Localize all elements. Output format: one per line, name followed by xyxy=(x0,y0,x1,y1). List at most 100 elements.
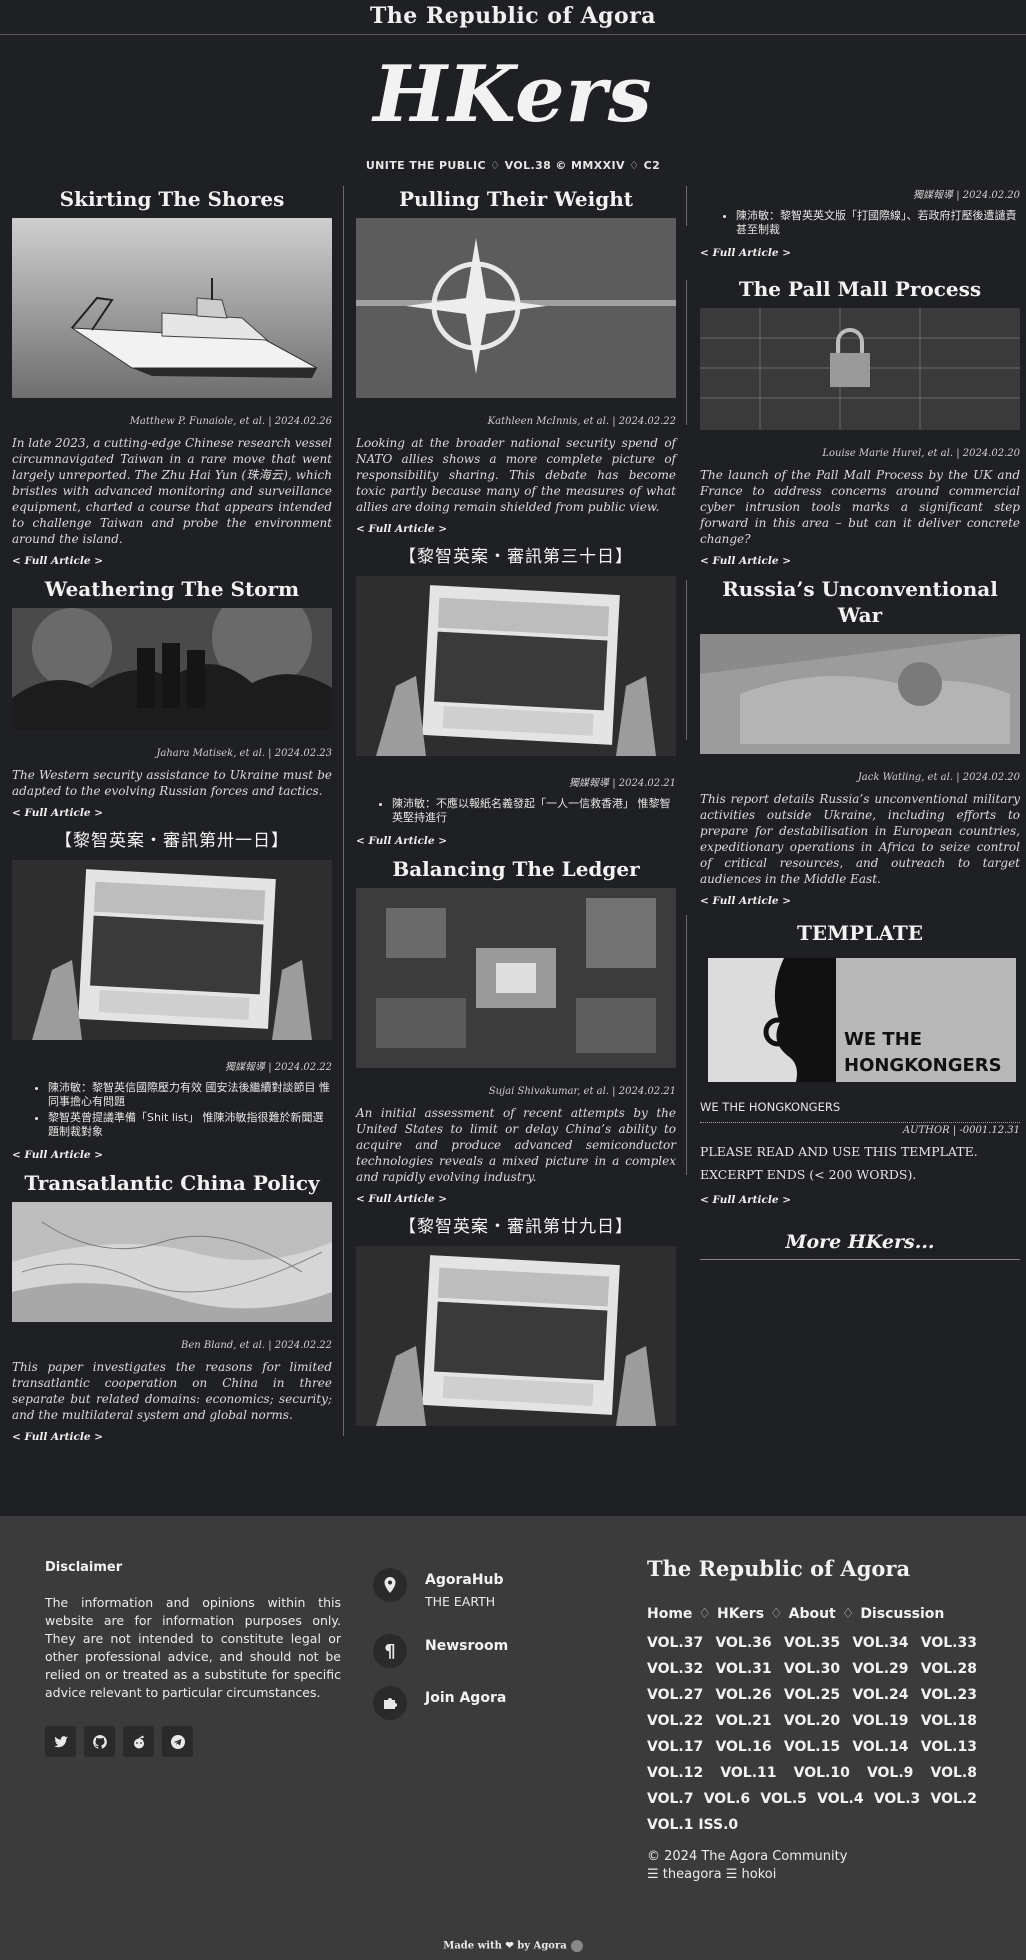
volume-link[interactable]: VOL.28 xyxy=(921,1656,977,1682)
nav-home[interactable]: Home xyxy=(647,1606,692,1622)
article-title[interactable]: Russia’s Unconventional War xyxy=(700,576,1020,628)
volume-link[interactable]: VOL.3 xyxy=(874,1786,920,1812)
soldiers-silhouette-image[interactable] xyxy=(12,608,332,730)
volume-link[interactable]: VOL.5 xyxy=(760,1786,806,1812)
apple-daily-newspaper-image[interactable] xyxy=(356,576,676,756)
full-article-link[interactable]: < Full Article > xyxy=(12,1149,103,1161)
more-hkers-link[interactable]: More HKers... xyxy=(700,1231,1020,1253)
volume-link[interactable]: VOL.1 ISS.0 xyxy=(647,1812,738,1838)
volume-link[interactable]: VOL.26 xyxy=(715,1682,771,1708)
full-article-link[interactable]: < Full Article > xyxy=(356,523,447,535)
article-byline: Sujai Shivakumar, et al. | 2024.02.21 xyxy=(488,1086,676,1097)
full-article-link[interactable]: < Full Article > xyxy=(700,247,791,259)
we-the-hongkongers-logo-image[interactable]: WE THE HONGKONGERS xyxy=(700,952,1020,1088)
join-agora-label: Join Agora xyxy=(425,1690,507,1706)
semiconductor-chip-image[interactable] xyxy=(356,888,676,1068)
full-article-link[interactable]: < Full Article > xyxy=(12,1431,103,1443)
cyber-lock-image[interactable] xyxy=(700,308,1020,430)
volume-link[interactable]: VOL.29 xyxy=(852,1656,908,1682)
article-trial-day-31: 【黎智英案・審訊第卅一日】 獨媒報導 | 2024.02.22 陳沛敏：黎智英信… xyxy=(12,828,332,1162)
article-title[interactable]: 【黎智英案・審訊第廿九日】 xyxy=(356,1214,676,1240)
volume-link[interactable]: VOL.21 xyxy=(715,1708,771,1734)
volume-link[interactable]: VOL.11 xyxy=(720,1760,776,1786)
volume-link[interactable]: VOL.6 xyxy=(704,1786,750,1812)
volume-link[interactable]: VOL.16 xyxy=(715,1734,771,1760)
article-title[interactable]: 【黎智英案・審訊第三十日】 xyxy=(356,544,676,570)
site-title[interactable]: The Republic of Agora xyxy=(370,3,656,29)
nato-flag-image[interactable] xyxy=(356,218,676,398)
research-vessel-image[interactable] xyxy=(12,218,332,398)
article-title[interactable]: Balancing The Ledger xyxy=(356,856,676,882)
volume-link[interactable]: VOL.7 xyxy=(647,1786,693,1812)
volume-link[interactable]: VOL.12 xyxy=(647,1760,703,1786)
nav-discussion[interactable]: Discussion xyxy=(860,1606,944,1622)
volume-link[interactable]: VOL.37 xyxy=(647,1630,703,1656)
full-article-link[interactable]: < Full Article > xyxy=(700,555,791,567)
russia-map-image[interactable] xyxy=(700,634,1020,754)
volume-link[interactable]: VOL.9 xyxy=(867,1760,913,1786)
apple-daily-newspaper-image[interactable] xyxy=(12,860,332,1040)
puzzle-piece-icon xyxy=(373,1686,407,1720)
china-map-image[interactable] xyxy=(12,1202,332,1322)
volume-link[interactable]: VOL.31 xyxy=(715,1656,771,1682)
volume-link[interactable]: VOL.2 xyxy=(931,1786,977,1812)
footer-brand[interactable]: The Republic of Agora xyxy=(647,1556,910,1581)
full-article-link[interactable]: < Full Article > xyxy=(12,555,103,567)
volume-row: VOL.22 VOL.21 VOL.20 VOL.19 VOL.18 xyxy=(647,1708,977,1734)
volume-link[interactable]: VOL.14 xyxy=(852,1734,908,1760)
volume-link[interactable]: VOL.19 xyxy=(852,1708,908,1734)
volume-link[interactable]: VOL.22 xyxy=(647,1708,703,1734)
location-pin-icon xyxy=(373,1568,407,1602)
nav-separator: ♢ xyxy=(841,1606,855,1622)
article-title[interactable]: Weathering The Storm xyxy=(12,576,332,602)
volume-link[interactable]: VOL.25 xyxy=(784,1682,840,1708)
volume-link[interactable]: VOL.8 xyxy=(931,1760,977,1786)
article-title[interactable]: Pulling Their Weight xyxy=(356,186,676,212)
volume-link[interactable]: VOL.23 xyxy=(921,1682,977,1708)
nav-hkers[interactable]: HKers xyxy=(717,1606,764,1622)
volume-link[interactable]: VOL.33 xyxy=(921,1630,977,1656)
agora-avatar-icon[interactable] xyxy=(570,1940,583,1952)
github-icon[interactable] xyxy=(84,1726,115,1757)
volume-link[interactable]: VOL.32 xyxy=(647,1656,703,1682)
article-summary: The launch of the Pall Mall Process by t… xyxy=(700,468,1020,546)
volume-link[interactable]: VOL.24 xyxy=(852,1682,908,1708)
hkers-logo[interactable]: HKers xyxy=(0,49,1026,141)
credits-text[interactable]: ☰ theagora ☰ hokoi xyxy=(647,1866,847,1884)
volume-link[interactable]: VOL.13 xyxy=(921,1734,977,1760)
article-title[interactable]: 【黎智英案・審訊第卅一日】 xyxy=(12,828,332,854)
reddit-icon[interactable] xyxy=(123,1726,154,1757)
article-bullets: 陳沛敏：黎智英英文版「打國際線」、若政府打壓後遭譴責甚至制裁 xyxy=(700,209,1020,237)
full-article-link[interactable]: < Full Article > xyxy=(700,895,791,907)
full-article-link[interactable]: < Full Article > xyxy=(356,835,447,847)
article-title[interactable]: TEMPLATE xyxy=(700,920,1020,946)
volume-link[interactable]: VOL.18 xyxy=(921,1708,977,1734)
volume-link[interactable]: VOL.15 xyxy=(784,1734,840,1760)
volume-link[interactable]: VOL.20 xyxy=(784,1708,840,1734)
apple-daily-newspaper-image[interactable] xyxy=(356,1246,676,1426)
volume-link[interactable]: VOL.30 xyxy=(784,1656,840,1682)
template-body-line: PLEASE READ AND USE THIS TEMPLATE. xyxy=(700,1144,978,1159)
article-title[interactable]: Transatlantic China Policy xyxy=(12,1170,332,1196)
article-title[interactable]: Skirting The Shores xyxy=(12,186,332,212)
article-title[interactable]: The Pall Mall Process xyxy=(700,276,1020,302)
volume-link[interactable]: VOL.10 xyxy=(794,1760,850,1786)
volume-link[interactable]: VOL.27 xyxy=(647,1682,703,1708)
article-bullets: 陳沛敏：不應以報紙名義發起「一人一信救香港」 惟黎智英堅持進行 xyxy=(356,797,676,825)
column-middle: Pulling Their Weight Kathleen McInnis, e… xyxy=(356,180,676,1426)
full-article-link[interactable]: < Full Article > xyxy=(700,1194,791,1206)
full-article-link[interactable]: < Full Article > xyxy=(356,1193,447,1205)
full-article-link[interactable]: < Full Article > xyxy=(12,807,103,819)
volume-link[interactable]: VOL.36 xyxy=(715,1630,771,1656)
volume-link[interactable]: VOL.17 xyxy=(647,1734,703,1760)
volume-row: VOL.27 VOL.26 VOL.25 VOL.24 VOL.23 xyxy=(647,1682,977,1708)
volume-link[interactable]: VOL.35 xyxy=(784,1630,840,1656)
nav-about[interactable]: About xyxy=(789,1606,836,1622)
telegram-icon[interactable] xyxy=(162,1726,193,1757)
article-summary: This paper investigates the reasons for … xyxy=(12,1360,332,1422)
volume-link[interactable]: VOL.4 xyxy=(817,1786,863,1812)
twitter-icon[interactable] xyxy=(45,1726,76,1757)
column-divider xyxy=(686,186,687,226)
article-byline: Kathleen McInnis, et al. | 2024.02.22 xyxy=(487,416,676,427)
volume-link[interactable]: VOL.34 xyxy=(852,1630,908,1656)
